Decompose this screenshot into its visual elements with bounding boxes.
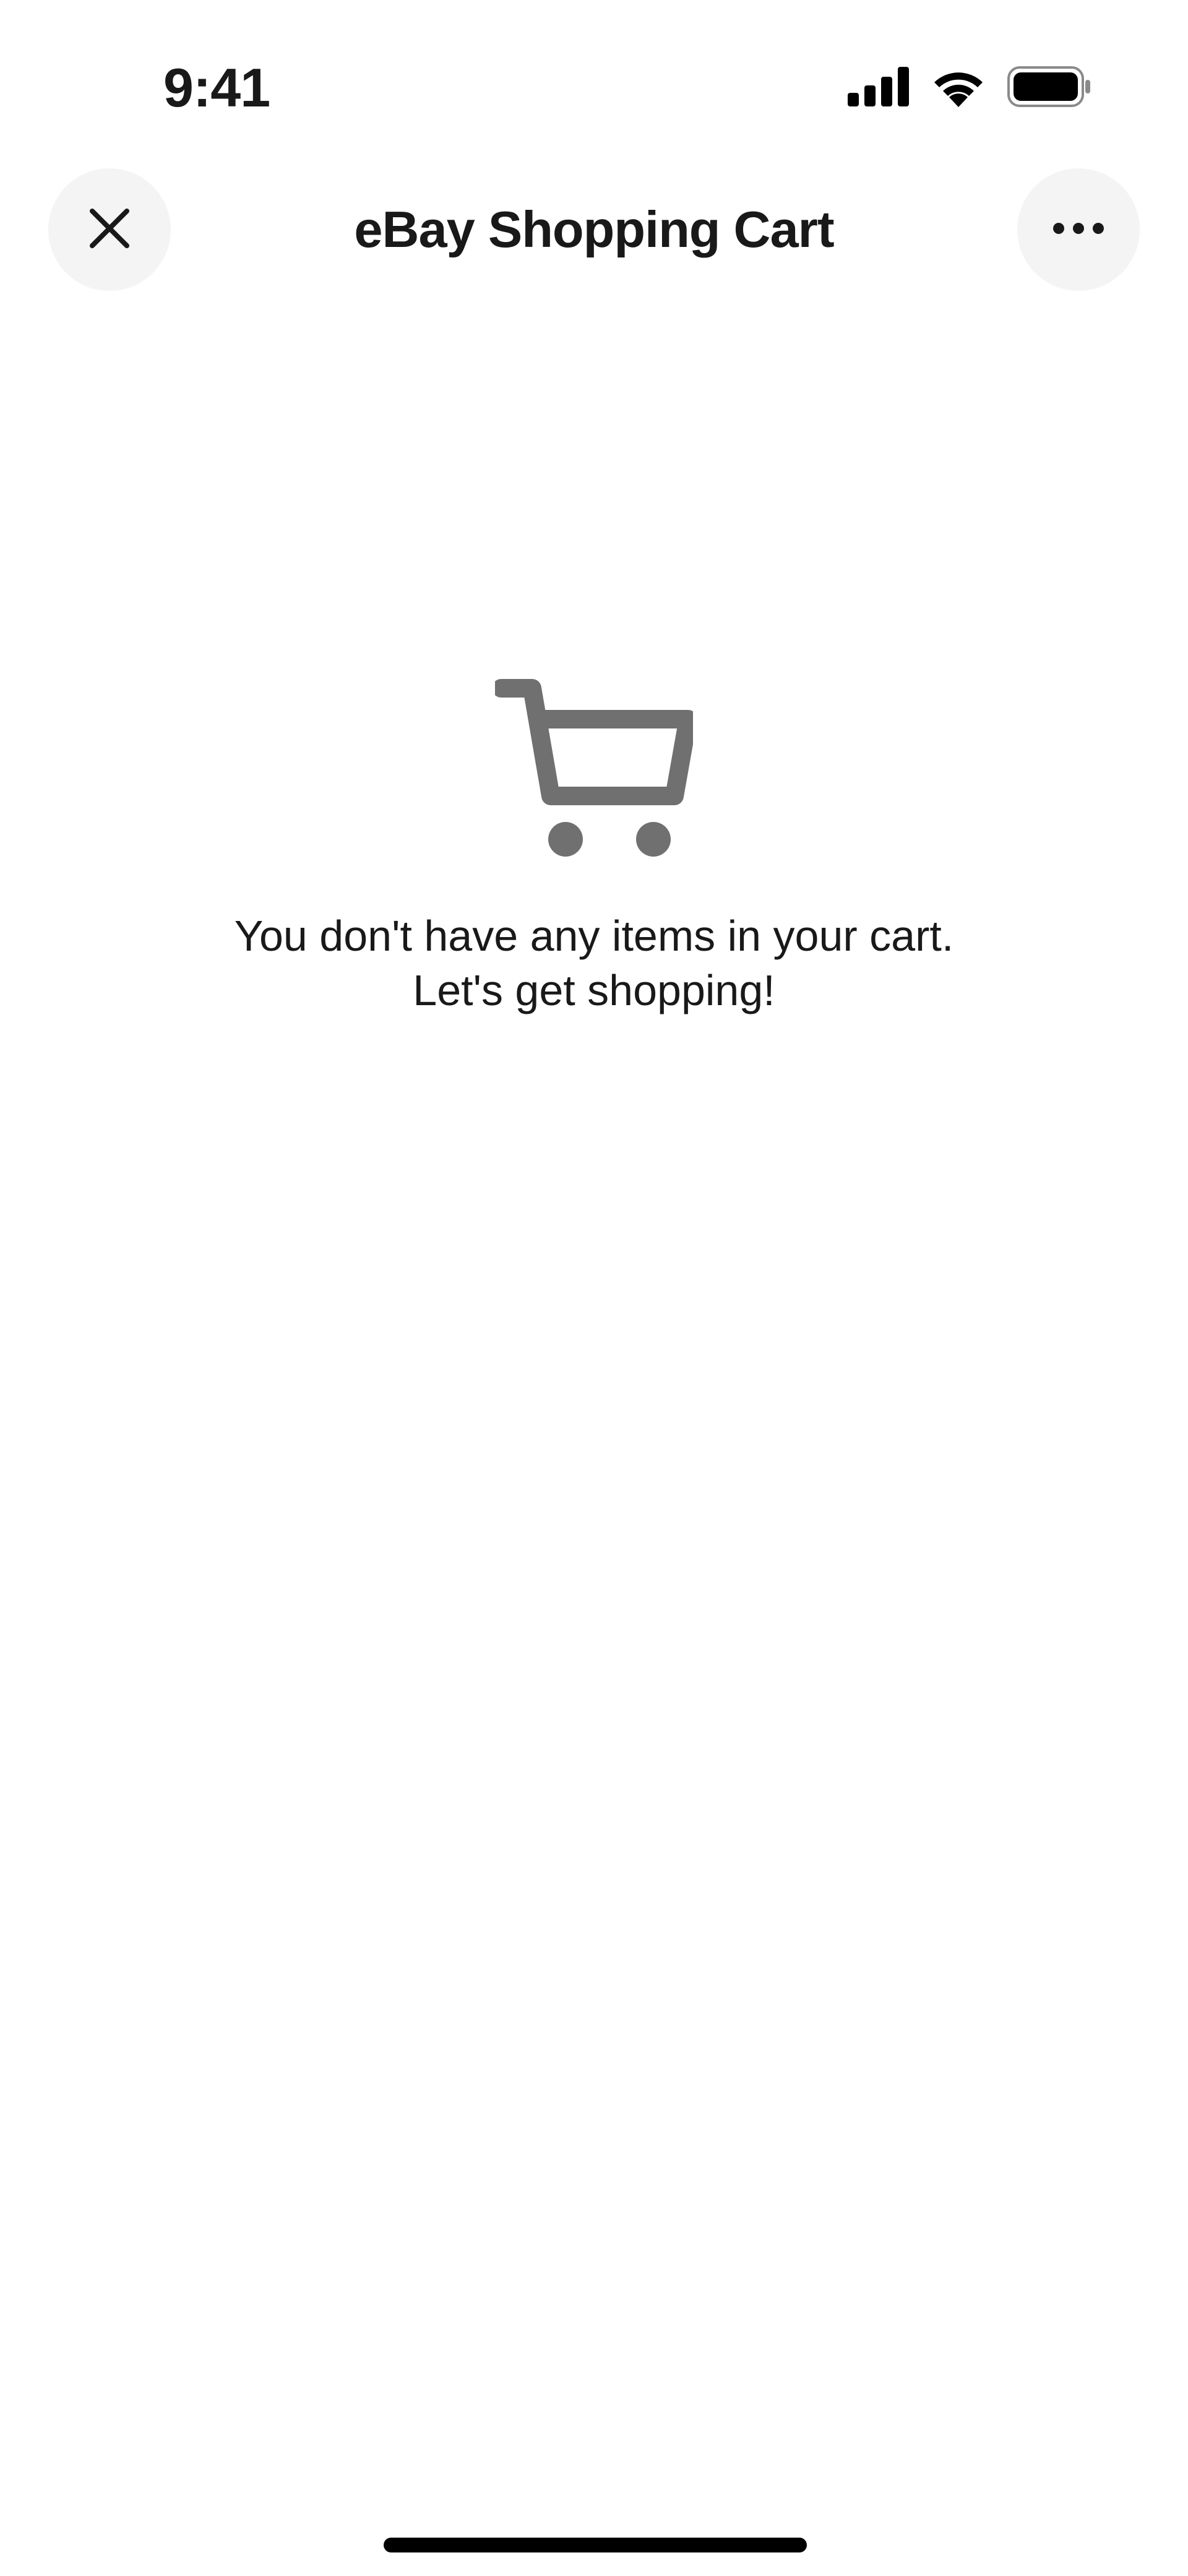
- header: eBay Shopping Cart: [0, 168, 1188, 292]
- close-icon: [87, 206, 132, 254]
- shopping-cart-icon: [492, 675, 697, 860]
- cellular-signal-icon: [848, 66, 910, 110]
- status-time: 9:41: [163, 57, 270, 118]
- status-bar: 9:41: [0, 0, 1188, 149]
- wifi-icon: [931, 66, 986, 110]
- more-horizontal-icon: [1052, 222, 1104, 238]
- more-options-button[interactable]: [1017, 168, 1140, 291]
- page-title: eBay Shopping Cart: [354, 201, 834, 258]
- empty-cart-message: You don't have any items in your cart. L…: [234, 912, 954, 1014]
- empty-cart-state: You don't have any items in your cart. L…: [0, 675, 1188, 1018]
- close-button[interactable]: [48, 168, 171, 291]
- battery-icon: [1007, 66, 1091, 110]
- home-indicator[interactable]: [384, 2538, 807, 2552]
- status-icons: [848, 66, 1091, 110]
